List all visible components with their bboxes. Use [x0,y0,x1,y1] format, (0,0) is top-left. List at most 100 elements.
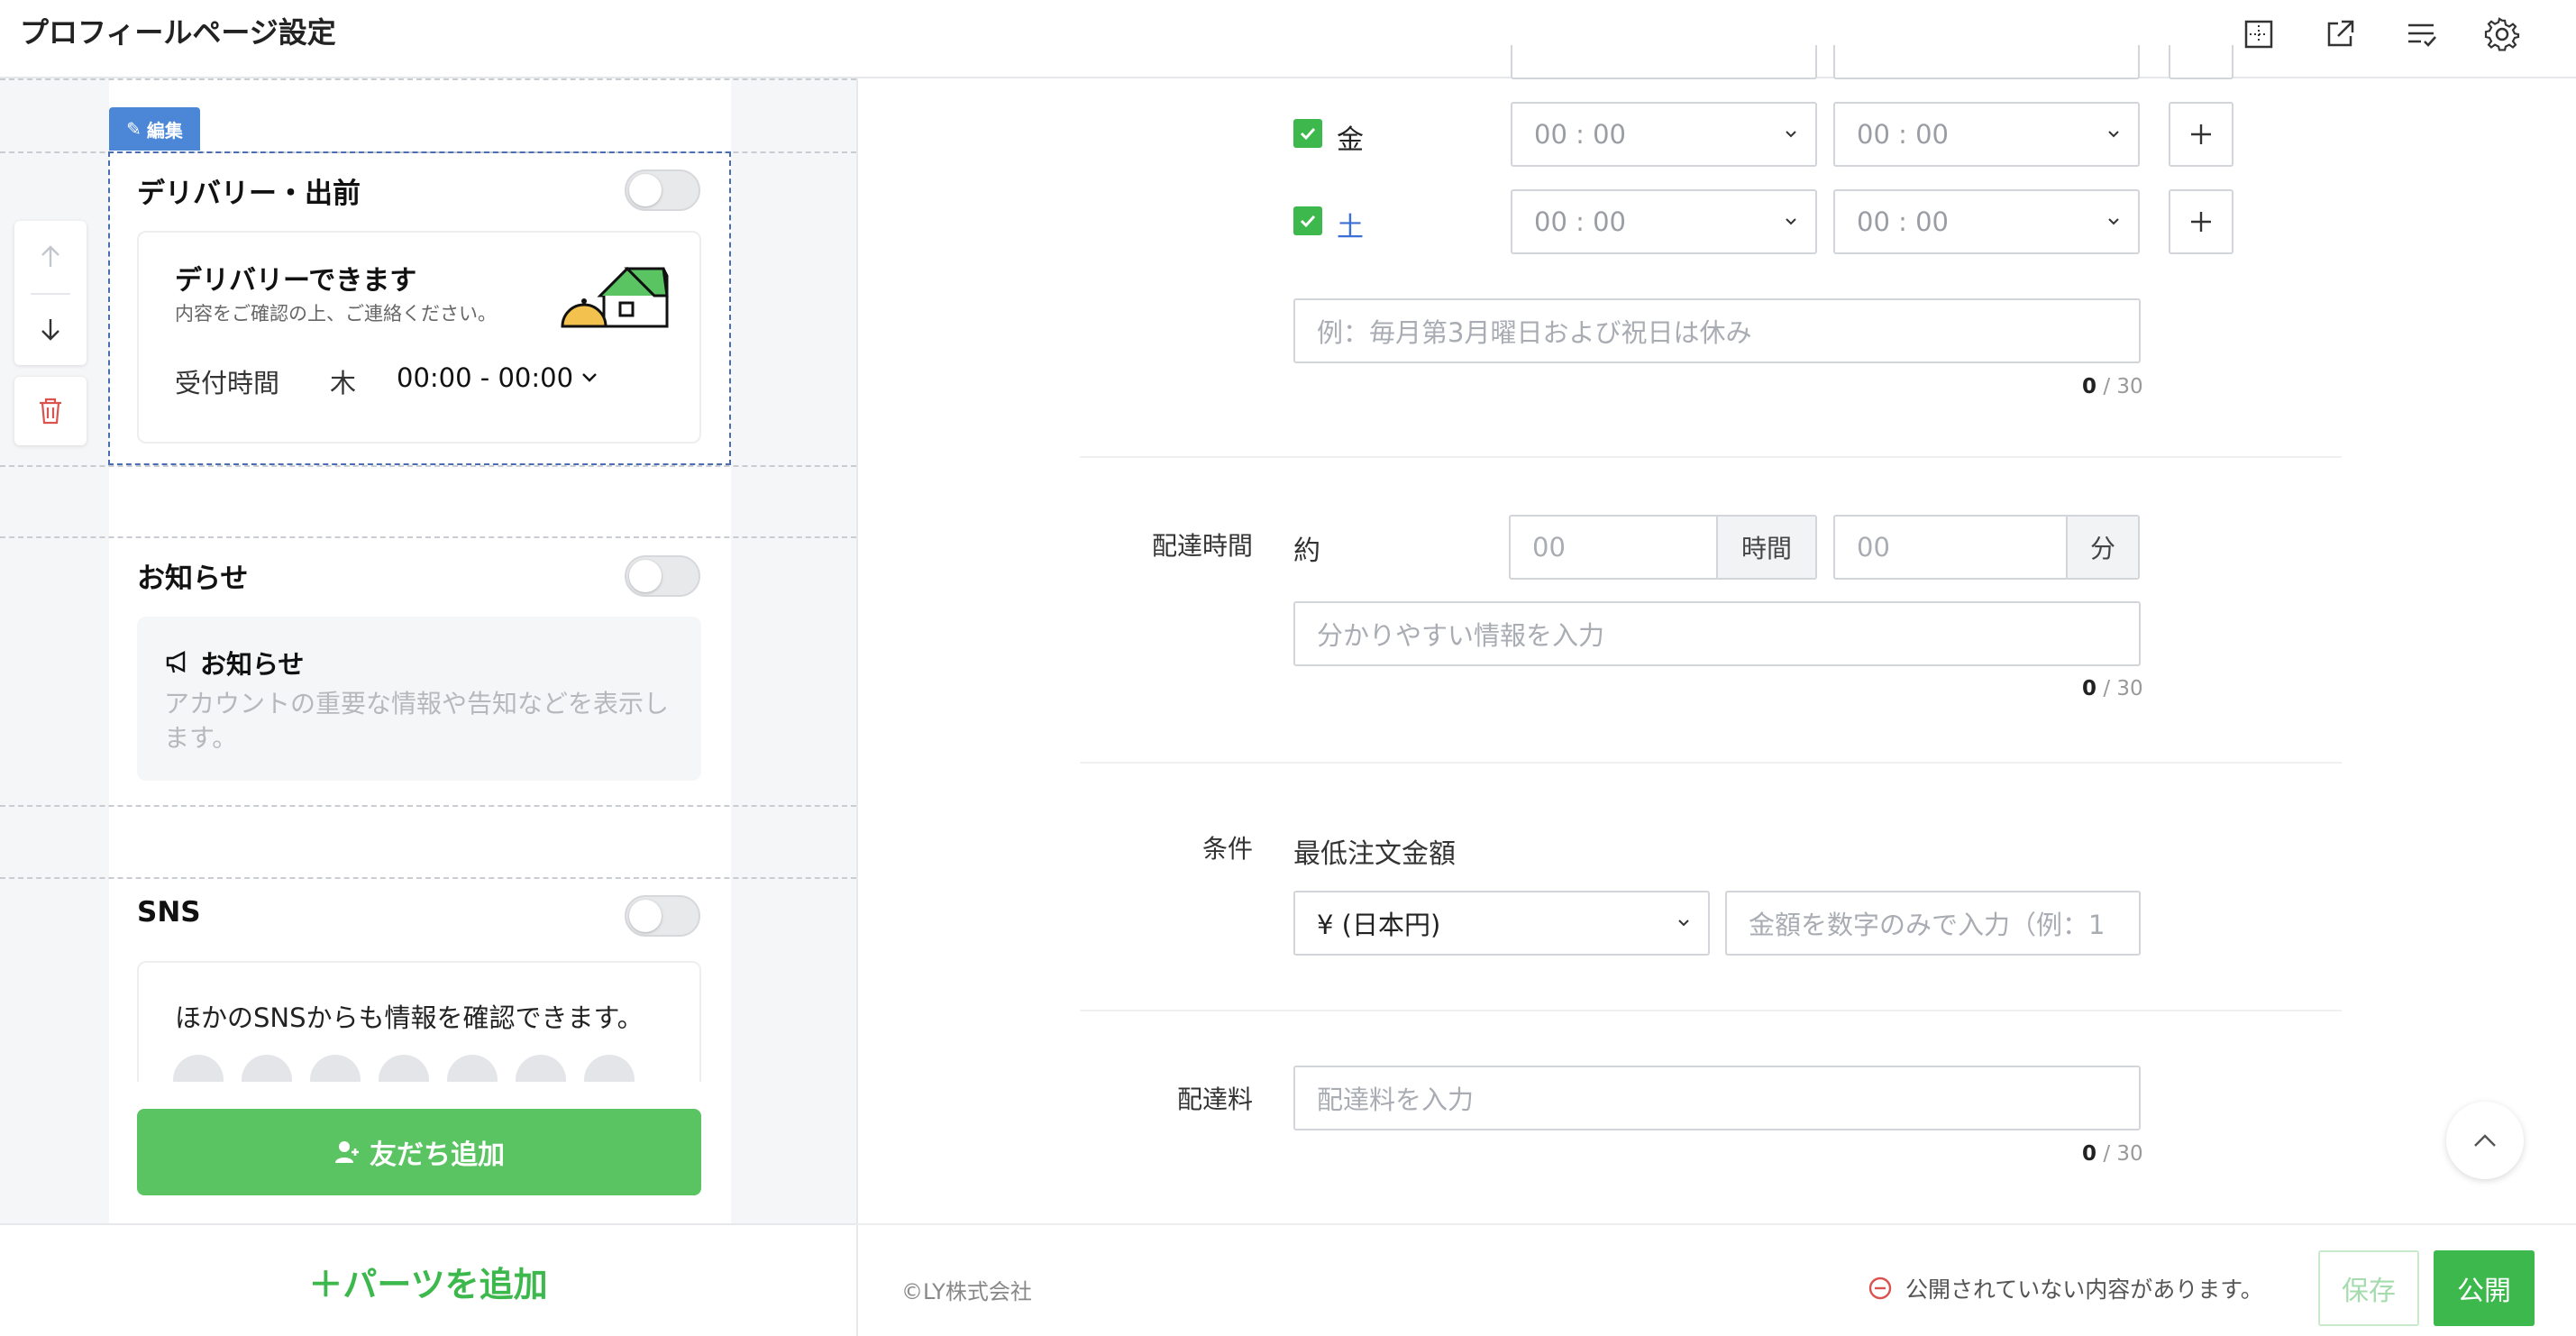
notice-section-title: お知らせ [137,563,249,595]
currency-select[interactable]: ¥ (日本円) [1293,891,1710,956]
arrow-down-icon [41,319,59,341]
saturday-end-select[interactable]: 00 : 00 [1833,189,2140,254]
delivery-house-icon [561,266,669,328]
delivery-card: デリバリーできます 内容をご確認の上、ご連絡ください。 受付時間 木 00:00… [137,231,701,444]
delivery-info-placeholder: 分かりやすい情報を入力 [1317,620,1605,651]
divider [0,78,856,80]
currency-value: ¥ (日本円) [1317,910,1441,940]
delivery-info-count: 0 [2082,677,2097,700]
delivery-hours-input[interactable]: 00 時間 [1509,515,1817,580]
holiday-note-input[interactable]: 例：毎月第3月曜日および祝日は休み [1293,298,2141,363]
edit-tag[interactable]: ✎ 編集 [109,107,200,151]
saturday-start-select[interactable]: 00 : 00 [1511,189,1817,254]
notice-card: お知らせ アカウントの重要な情報や告知などを表示します。 [137,617,701,781]
chevron-down-icon [582,373,597,382]
facebook-icon [173,1055,224,1082]
holiday-max: / 30 [2103,375,2143,398]
section-divider [1080,456,2342,458]
part-move-tools [14,221,87,365]
delete-part-button[interactable] [14,377,87,445]
delivery-hours-placeholder: 00 [1532,532,1566,563]
section-divider [1080,1010,2342,1011]
holiday-count: 0 [2082,375,2097,398]
divider [0,805,856,807]
notice-card-heading: お知らせ [164,644,304,682]
divider [0,877,856,879]
delivery-info-input[interactable]: 分かりやすい情報を入力 [1293,601,2141,666]
friday-start-select[interactable]: 00 : 00 [1511,102,1817,167]
settings-icon[interactable] [2482,14,2522,54]
footer-bar: ©LY株式会社 公開されていない内容があります。 保存 公開 [856,1223,2576,1336]
sns-toggle[interactable] [625,895,700,937]
delivery-fee-label: 配達料 [1176,1084,1253,1114]
friday-start-value: 00 : 00 [1534,119,1627,150]
save-button[interactable]: 保存 [2318,1250,2419,1326]
delivery-hours-value: 00:00 - 00:00 [397,362,574,393]
friday-checkbox[interactable] [1293,119,1322,148]
minus-circle-icon [1868,1277,1892,1300]
min-order-amount-input[interactable]: 金額を数字のみで入力（例：1 [1725,891,2141,956]
delivery-hours-dropdown[interactable]: 00:00 - 00:00 [397,362,598,393]
add-friend-label: 友だち追加 [370,1139,505,1171]
saturday-add-time-button[interactable] [2169,189,2233,254]
time-end-select-partial[interactable] [1833,45,2140,79]
copyright-text: ©LY株式会社 [901,1279,1032,1304]
publish-button[interactable]: 公開 [2434,1250,2535,1326]
tumblr-icon [516,1055,566,1082]
delivery-toggle[interactable] [625,169,700,211]
conditions-label: 条件 [1201,834,1253,864]
delivery-hours-day: 木 [330,368,357,398]
checklist-icon[interactable] [2401,14,2441,54]
chevron-up-icon [2474,1134,2496,1147]
notice-toggle[interactable] [625,555,700,597]
divider [0,465,856,467]
chevron-down-icon [2108,218,2119,225]
saturday-checkbox[interactable] [1293,206,1322,235]
chevron-down-icon [1786,218,1796,225]
delivery-info-max: / 30 [2103,677,2143,700]
section-divider [1080,762,2342,764]
saturday-end-value: 00 : 00 [1857,206,1950,237]
move-down-button[interactable] [14,293,87,365]
tiktok-icon [447,1055,498,1082]
sns-section-title: SNS [137,896,201,929]
friday-end-select[interactable]: 00 : 00 [1833,102,2140,167]
spotify-icon [379,1055,429,1082]
delivery-fee-counter: 0 / 30 [2082,1142,2143,1166]
friday-label: 金 [1337,124,1364,156]
guide-icon[interactable] [2239,14,2279,54]
check-icon [1300,215,1316,228]
sns-card-text: ほかのSNSからも情報を確認できます。 [175,1002,644,1033]
hours-unit-addon: 時間 [1716,517,1815,578]
external-link-icon[interactable] [2320,14,2360,54]
friday-add-time-button[interactable] [2169,102,2233,167]
add-person-icon [335,1141,359,1163]
delivery-time-label: 配達時間 [1151,531,1253,561]
chevron-down-icon [2108,131,2119,138]
delivery-fee-placeholder: 配達料を入力 [1317,1084,1475,1115]
add-time-button-partial[interactable] [2169,45,2233,79]
delivery-section-title: デリバリー・出前 [137,178,361,210]
holiday-note-placeholder: 例：毎月第3月曜日および祝日は休み [1317,317,1752,348]
plus-icon [2191,212,2211,232]
check-icon [1300,127,1316,141]
trash-icon [40,398,61,425]
add-friend-button[interactable]: 友だち追加 [137,1109,701,1195]
delivery-minutes-input[interactable]: 00 分 [1833,515,2140,580]
sns-card: ほかのSNSからも情報を確認できます。 [137,961,701,1082]
add-parts-button[interactable]: ＋パーツを追加 [0,1225,856,1336]
time-start-select-partial[interactable] [1511,45,1817,79]
unpublished-notice-text: 公開されていない内容があります。 [1905,1277,2263,1303]
delivery-fee-max: / 30 [2103,1142,2143,1166]
min-order-label: 最低注文金額 [1293,838,1456,870]
move-up-button[interactable] [14,221,87,293]
arrow-up-icon [41,245,59,267]
add-parts-bar: ＋パーツを追加 [0,1223,856,1336]
delivery-fee-input[interactable]: 配達料を入力 [1293,1066,2141,1130]
min-order-amount-placeholder: 金額を数字のみで入力（例：1 [1749,910,2106,940]
chevron-down-icon [1786,131,1796,138]
delivery-card-subtitle: 内容をご確認の上、ご連絡ください。 [175,303,497,325]
delivery-minutes-placeholder: 00 [1857,532,1890,563]
minutes-unit-addon: 分 [2066,517,2138,578]
scroll-to-top-button[interactable] [2446,1102,2524,1179]
